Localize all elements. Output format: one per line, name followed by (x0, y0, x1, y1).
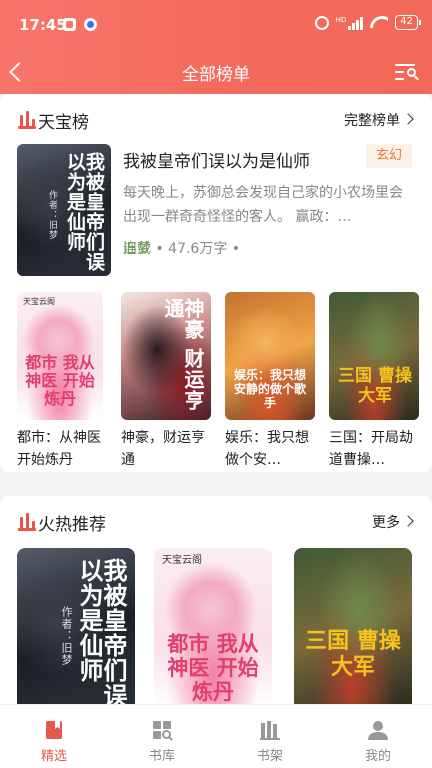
tab-bookshelf[interactable]: 书架 (216, 705, 324, 768)
featured-book-cover[interactable]: 我被皇帝们误以为是仙师 作者：旧梦 (17, 144, 111, 276)
book-title[interactable]: 都市：从神医开始炼丹 (17, 427, 107, 471)
person-icon (367, 719, 389, 741)
search-list-icon[interactable] (395, 63, 419, 81)
tab-label: 书库 (148, 749, 175, 764)
book-cover[interactable]: 三国 曹操大军 (294, 548, 412, 708)
cover-author-text: 作者：旧梦 (60, 606, 73, 666)
tab-label: 精选 (40, 749, 67, 764)
browser-notification-icon (84, 18, 97, 31)
section-title: 火热推荐 (38, 515, 106, 535)
grid-search-icon (151, 719, 173, 741)
book-title[interactable]: 娱乐：我只想做个安… (225, 427, 315, 471)
status-time: 17:45 (19, 16, 67, 34)
flame-list-icon (18, 513, 36, 531)
cover-title-text: 三国 曹操大军 (305, 628, 401, 680)
full-ranking-link[interactable]: 完整榜单 (344, 110, 400, 130)
cover-title-text: 都市 我从神医 开始炼丹 (167, 631, 259, 704)
cover-title-text: 三国 曹操大军 (338, 366, 412, 406)
signal-icon: HD (336, 16, 364, 30)
publisher-logo: 天宝云阁 (23, 297, 55, 306)
book-cover[interactable]: 我被皇帝们误以为是仙师 作者：旧梦 (17, 548, 135, 708)
bottom-tab-bar: 精选 书库 书架 我的 (0, 704, 432, 768)
cover-title-text: 神豪 财运亨通 (161, 298, 205, 411)
tab-label: 书架 (256, 749, 283, 764)
battery-icon: 42 (395, 15, 421, 30)
bookshelf-icon (259, 719, 281, 741)
cover-title-text: 我被皇帝们误以为是仙师 (64, 152, 105, 272)
cover-title-text: 娱乐：我只想安静的做个歌手 (233, 368, 306, 410)
book-cover[interactable]: 神豪 财运亨通 (121, 292, 211, 420)
cover-title-text: 我被皇帝们误以为是仙师 (75, 558, 128, 708)
tab-library[interactable]: 书库 (108, 705, 216, 768)
wifi-icon (370, 16, 388, 30)
bookmark-book-icon (43, 719, 65, 741)
serial-status: 连载 (123, 241, 151, 257)
book-cover[interactable]: 天宝云阁 都市 我从神医 开始炼丹 (17, 292, 103, 420)
page-title: 全部榜单 (182, 65, 250, 85)
ranking-icon (18, 111, 36, 129)
book-title[interactable]: 神豪，财运亨通 (121, 427, 211, 471)
book-cover[interactable]: 天宝云阁 都市 我从神医 开始炼丹 (154, 548, 272, 708)
featured-book-title[interactable]: 我被皇帝们误以为是仙师 (123, 147, 310, 172)
cover-author-text: 作者：旧梦 (47, 190, 57, 240)
cover-title-text: 都市 我从神医 开始炼丹 (25, 353, 95, 408)
app-notification-icon (63, 18, 76, 31)
genre-tag: 玄幻 (366, 144, 412, 168)
tab-profile[interactable]: 我的 (324, 705, 432, 768)
status-bar: 17:45 HD 42 (0, 0, 432, 50)
book-cover[interactable]: 三国 曹操大军 (329, 292, 419, 420)
book-title[interactable]: 三国：开局劫道曹操… (329, 427, 419, 471)
alarm-icon (314, 15, 329, 30)
tab-label: 我的 (364, 749, 391, 764)
featured-book-description: 每天晚上，苏御总会发现自己家的小农场里会出现一群奇奇怪怪的客人。 赢政：… (123, 185, 403, 225)
status-right: HD 42 (314, 15, 421, 30)
book-cover[interactable]: 娱乐：我只想安静的做个歌手 (225, 292, 315, 420)
section-title: 天宝榜 (38, 113, 89, 133)
section-header: 天宝榜 完整榜单 (0, 94, 432, 146)
tab-featured[interactable]: 精选 (0, 705, 108, 768)
network-label: HD (335, 15, 347, 24)
chevron-right-icon[interactable] (402, 113, 414, 125)
featured-book-meta: 旧梦 • 47.6万字 • 连载 (123, 238, 240, 258)
app-header: 17:45 HD 42 全部榜单 (0, 0, 432, 94)
publisher-logo: 天宝云阁 (162, 555, 202, 566)
more-link[interactable]: 更多 (372, 512, 400, 532)
section-header: 火热推荐 更多 (0, 496, 432, 548)
chevron-right-icon[interactable] (402, 515, 414, 527)
